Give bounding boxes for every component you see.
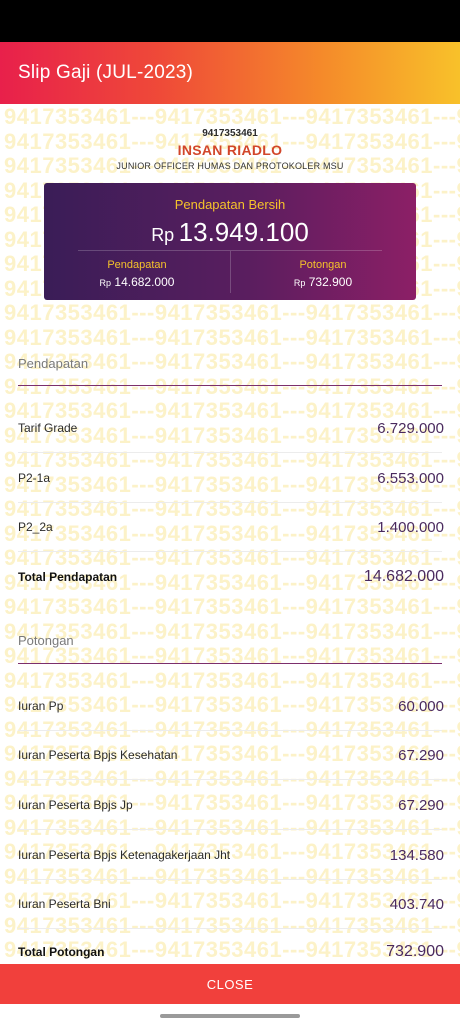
income-row: P2-1a 6.553.000 [18, 466, 444, 490]
income-item-value: 6.553.000 [377, 469, 444, 487]
deduction-item-name: Iuran Peserta Bpjs Kesehatan [18, 748, 178, 762]
income-item-name: P2-1a [18, 471, 51, 485]
income-item-name: Tarif Grade [18, 421, 78, 435]
status-bar [0, 0, 460, 42]
close-button[interactable]: CLOSE [0, 964, 460, 1004]
deduction-item-value: 60.000 [398, 697, 444, 715]
income-total-row: Total Pendapatan 14.682.000 [18, 565, 444, 589]
deduction-item-value: 67.290 [398, 746, 444, 764]
deduction-item-name: Iuran Peserta Bni [18, 897, 111, 911]
payslip-content[interactable]: 9417353461---9417353461---9417353461--- 9… [0, 104, 460, 964]
row-divider [18, 928, 442, 929]
income-row: Tarif Grade 6.729.000 [18, 416, 444, 440]
gesture-nav-area [0, 1004, 460, 1024]
income-item-value: 6.729.000 [377, 419, 444, 437]
deduction-item-value: 134.580 [389, 846, 444, 864]
deduction-row: Iuran Pp 60.000 [18, 694, 444, 718]
row-divider [18, 730, 442, 731]
income-total-label: Total Pendapatan [18, 570, 118, 584]
deduction-row: Iuran Peserta Bpjs Jp 67.290 [18, 793, 444, 817]
income-section-header: Pendapatan [18, 356, 89, 371]
page-title: Slip Gaji (JUL-2023) [18, 62, 194, 83]
deduction-total-label: Total Potongan [18, 945, 105, 959]
income-total-value: 14.682.000 [363, 568, 444, 585]
home-indicator[interactable] [160, 1014, 300, 1018]
deduction-item-name: Iuran Peserta Bpjs Ketenagakerjaan Jht [18, 848, 231, 862]
income-item-value: 1.400.000 [377, 518, 444, 536]
deduction-section-line [18, 663, 442, 664]
deduction-item-value: 403.740 [389, 895, 444, 913]
income-row: P2_2a 1.400.000 [18, 515, 444, 539]
deduction-total-row: Total Potongan 732.900 [18, 940, 444, 964]
income-item-name: P2_2a [18, 520, 53, 534]
deduction-item-name: Iuran Peserta Bpjs Jp [18, 798, 133, 812]
row-divider [18, 829, 442, 830]
deduction-row: Iuran Peserta Bni 403.740 [18, 892, 444, 916]
deduction-item-name: Iuran Pp [18, 699, 64, 713]
income-section-line [18, 385, 442, 386]
row-divider [18, 551, 442, 552]
deduction-row: Iuran Peserta Bpjs Kesehatan 67.290 [18, 743, 444, 767]
deduction-total-value: 732.900 [386, 943, 444, 960]
deduction-row: Iuran Peserta Bpjs Ketenagakerjaan Jht 1… [18, 843, 444, 867]
row-divider [18, 502, 442, 503]
deduction-section-header: Potongan [18, 633, 74, 648]
app-bar: Slip Gaji (JUL-2023) [0, 42, 460, 104]
row-divider [18, 779, 442, 780]
deduction-item-value: 67.290 [398, 796, 444, 814]
row-divider [18, 879, 442, 880]
row-divider [18, 452, 442, 453]
